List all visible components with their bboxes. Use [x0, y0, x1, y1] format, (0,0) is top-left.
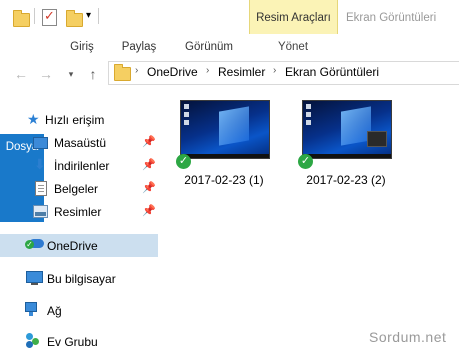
breadcrumb-chevron-icon[interactable]: › [206, 65, 209, 76]
sidebar-item-network[interactable]: Ağ [0, 299, 158, 322]
pin-icon[interactable]: 📌 [142, 158, 156, 171]
pictures-icon [33, 205, 48, 218]
homegroup-icon [26, 333, 42, 349]
title-bar: ▾ Ekran Görüntüleri [0, 0, 459, 34]
onedrive-cloud-icon [25, 239, 44, 249]
star-icon: ★ [27, 111, 40, 127]
file-item[interactable]: ✓ 2017-02-23 (1) [176, 100, 272, 188]
new-folder-icon[interactable] [66, 10, 83, 27]
quick-access-separator [98, 8, 99, 24]
tab-view[interactable]: Görünüm [176, 34, 242, 60]
screenshot-thumbnail [302, 100, 392, 159]
file-item[interactable]: ✓ 2017-02-23 (2) [298, 100, 394, 188]
sidebar-item-label: Resimler [54, 205, 102, 219]
sync-check-icon: ✓ [176, 154, 191, 169]
quick-access-separator [34, 8, 35, 24]
sidebar-item-label: Hızlı erişim [45, 113, 105, 127]
pin-icon[interactable]: 📌 [142, 135, 156, 148]
breadcrumb-pictures[interactable]: Resimler [218, 65, 265, 79]
sidebar-item-pictures[interactable]: Resimler 📌 [0, 200, 158, 223]
forward-arrow-icon[interactable]: → [37, 64, 55, 84]
sidebar-item-label: Masaüstü [54, 136, 107, 150]
sidebar-item-quick-access[interactable]: ★ Hızlı erişim [0, 108, 158, 131]
sidebar-item-label: Bu bilgisayar [47, 272, 116, 286]
breadcrumb-screenshots[interactable]: Ekran Görüntüleri [285, 65, 379, 79]
tab-share[interactable]: Paylaş [114, 34, 164, 60]
context-group-label: Resim Araçları [256, 12, 331, 24]
pin-icon[interactable]: 📌 [142, 204, 156, 217]
sidebar-item-label: Ev Grubu [47, 335, 98, 349]
file-name: 2017-02-23 (1) [184, 173, 264, 187]
sidebar-item-documents[interactable]: Belgeler 📌 [0, 177, 158, 200]
customize-toolbar-chevron-icon[interactable]: ▾ [86, 10, 91, 30]
sidebar-item-homegroup[interactable]: Ev Grubu [0, 330, 158, 353]
file-name: 2017-02-23 (2) [306, 173, 386, 187]
up-arrow-icon[interactable]: ↑ [84, 64, 102, 84]
properties-icon[interactable] [42, 8, 57, 26]
tab-manage[interactable]: Yönet [250, 34, 336, 60]
network-icon [25, 302, 37, 316]
watermark: Sordum.net [369, 329, 447, 345]
computer-icon [26, 271, 43, 285]
recent-locations-chevron-icon[interactable]: ▾ [62, 64, 80, 84]
navigation-pane: ★ Hızlı erişim Masaüstü 📌 ⬇ İndirilenler… [0, 98, 158, 358]
window-title: Ekran Görüntüleri [346, 12, 437, 24]
sidebar-item-label: Ağ [47, 304, 62, 318]
document-icon [35, 181, 47, 196]
breadcrumb-onedrive[interactable]: OneDrive [147, 65, 198, 79]
sidebar-item-this-pc[interactable]: Bu bilgisayar [0, 267, 158, 290]
download-arrow-icon: ⬇ [34, 156, 46, 172]
sidebar-item-downloads[interactable]: ⬇ İndirilenler 📌 [0, 154, 158, 177]
address-row: ← → ▾ ↑ › OneDrive › Resimler › Ekran Gö… [0, 60, 459, 88]
screenshot-thumbnail [180, 100, 270, 159]
desktop-icon [33, 137, 48, 149]
tab-home[interactable]: Giriş [60, 34, 104, 60]
breadcrumb-chevron-icon[interactable]: › [135, 65, 138, 76]
sidebar-item-label: OneDrive [47, 239, 98, 253]
pin-icon[interactable]: 📌 [142, 181, 156, 194]
sidebar-item-label: İndirilenler [54, 159, 110, 173]
folder-icon [13, 10, 30, 27]
sidebar-item-label: Belgeler [54, 182, 99, 196]
sync-check-icon: ✓ [298, 154, 313, 169]
folder-icon [114, 64, 131, 81]
sidebar-item-desktop[interactable]: Masaüstü 📌 [0, 131, 158, 154]
address-bar[interactable]: › OneDrive › Resimler › Ekran Görüntüler… [108, 61, 459, 85]
ribbon-tabs: Dosya Giriş Paylaş Görünüm Yönet [0, 34, 459, 222]
breadcrumb-chevron-icon[interactable]: › [273, 65, 276, 76]
sidebar-item-onedrive[interactable]: OneDrive [0, 234, 158, 257]
back-arrow-icon[interactable]: ← [12, 64, 30, 84]
